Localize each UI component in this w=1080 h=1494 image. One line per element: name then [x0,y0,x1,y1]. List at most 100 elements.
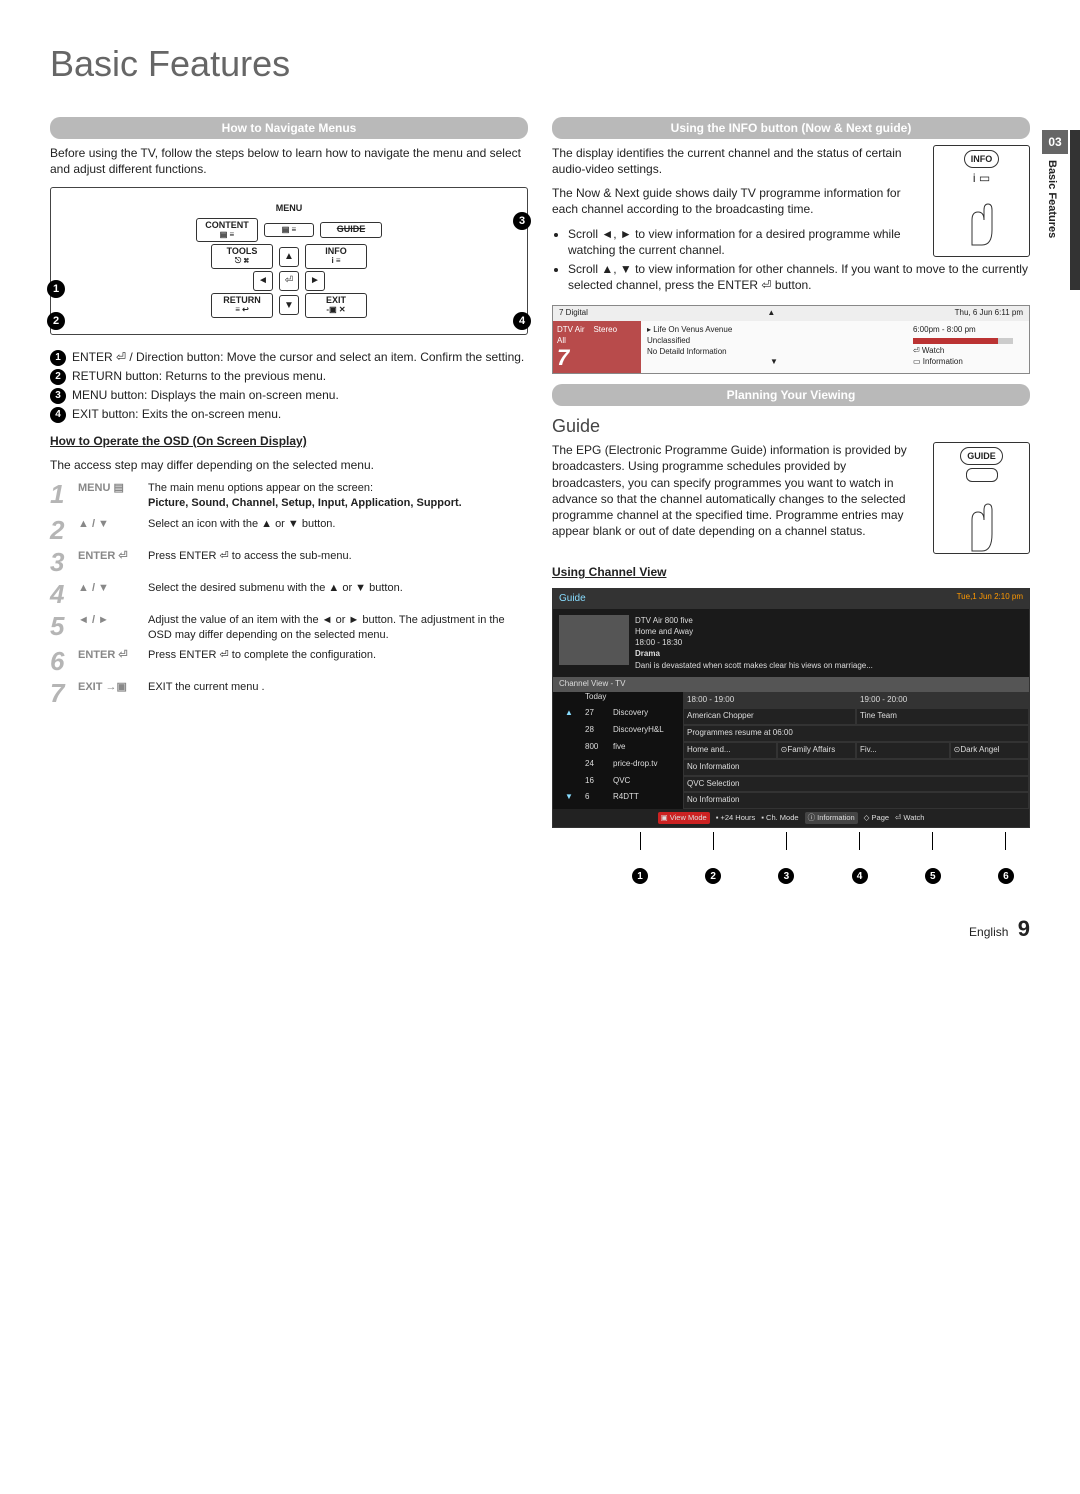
callout-2: 2 [47,312,65,330]
nn-info: ▭ Information [913,357,1023,368]
chapter-label: Basic Features [1042,156,1061,242]
osd-note: The access step may differ depending on … [50,457,528,473]
gs-callout-5: 5 [925,868,941,884]
info-button-label: INFO [964,150,1000,168]
gs-row-progs: No Information [683,759,1029,776]
section-planning: Planning Your Viewing [552,384,1030,406]
gs-callout-3: 3 [778,868,794,884]
right-column: Using the INFO button (Now & Next guide)… [552,109,1030,885]
gs-ch-header [613,692,683,709]
gs-clock: Tue,1 Jun 2:10 pm [957,592,1023,606]
gs-today-col [553,692,585,709]
exit-icon: -▣ ✕ [326,305,345,314]
gs-programme-cell: American Chopper [683,708,856,725]
osd-num-5: 5 [50,613,78,643]
chapter-tab: 03 Basic Features [1042,130,1068,242]
callout-4: 4 [513,312,531,330]
legend-item-4: 4EXIT button: Exits the on-screen menu. [50,406,528,423]
return-label: RETURN [223,295,261,305]
gs-meta-ch: DTV Air 800 five [635,615,873,626]
gs-foot-info: ⓘ Information [805,812,858,824]
osd-desc-4: Select the desired submenu with the ▲ or… [148,581,528,607]
legend-text-3: MENU button: Displays the main on-screen… [72,387,339,403]
callout-1: 1 [47,280,65,298]
guide-label: GUIDE [337,224,366,234]
footer-lang: English [969,925,1008,939]
osd-num-6: 6 [50,648,78,674]
guide-button-diagram: GUIDE [933,442,1030,554]
gs-row-progs: QVC Selection [683,776,1029,793]
gs-callout-1: 1 [632,868,648,884]
page-title: Basic Features [50,40,1030,89]
gs-row: 800fiveHome and...⊙Family AffairsFiv...⊙… [553,742,1029,759]
section-info-button: Using the INFO button (Now & Next guide) [552,117,1030,139]
right-arrow-icon: ► [305,271,325,291]
nn-down-icon: ▼ [647,357,901,368]
gs-programme-cell: No Information [683,759,1029,776]
nn-time: 6:00pm - 8:00 pm [913,325,1023,336]
gs-time-1: 18:00 - 19:00 [683,692,856,709]
osd-key-4: ▲ / ▼ [78,581,148,607]
info-button-diagram: INFO i ▭ [933,145,1030,257]
now-next-panel: 7 Digital ▲ Thu, 6 Jun 6:11 pm DTV Air S… [552,305,1030,373]
nn-all: All [557,336,637,347]
gs-row: 24price-drop.tvNo Information [553,759,1029,776]
guide-screen: Guide Tue,1 Jun 2:10 pm DTV Air 800 five… [552,588,1030,828]
guide-heading: Guide [552,414,1030,438]
osd-heading: How to Operate the OSD (On Screen Displa… [50,433,528,449]
nn-dtv: DTV Air [557,325,585,334]
gs-row-num: 800 [585,742,613,759]
info-bullet-2: Scroll ▲, ▼ to view information for othe… [568,261,1030,293]
gs-row-num: 24 [585,759,613,776]
osd-desc-7: EXIT the current menu . [148,680,528,706]
osd-num-4: 4 [50,581,78,607]
gs-row-channel: price-drop.tv [613,759,683,776]
osd-desc-2: Select an icon with the ▲ or ▼ button. [148,517,528,543]
gs-row-progs: Home and...⊙Family AffairsFiv...⊙Dark An… [683,742,1029,759]
osd-num-7: 7 [50,680,78,706]
info-glyph-icon: i ▭ [934,170,1029,186]
gs-foot-watch: ⏎ Watch [895,813,924,823]
tools-label: TOOLS [227,246,258,256]
gs-programme-cell: QVC Selection [683,776,1029,793]
osd-desc-5: Adjust the value of an item with the ◄ o… [148,613,528,643]
nn-stereo: Stereo [593,325,617,334]
gs-programme-cell: Home and... [683,742,777,759]
osd-key-7: EXIT →▣ [78,680,148,706]
guide-callouts: 1 2 3 4 5 6 [552,832,1030,884]
gs-programme-cell: Programmes resume at 06:00 [683,725,1029,742]
osd-desc-1-bold: Picture, Sound, Channel, Setup, Input, A… [148,497,462,509]
gs-meta-genre: Drama [635,648,873,659]
gs-row: 28DiscoveryH&LProgrammes resume at 06:00 [553,725,1029,742]
nn-watch: ⏎ Watch [913,346,1023,357]
osd-key-5: ◄ / ► [78,613,148,643]
up-arrow-icon: ▲ [279,247,299,267]
nn-channel: 7 Digital [559,308,588,319]
nn-noinfo: No Detaild Information [647,347,901,358]
osd-desc-3: Press ENTER ⏎ to access the sub-menu. [148,549,528,575]
guide-button-label: GUIDE [960,447,1003,465]
gs-row-arrow: ▼ [553,792,585,809]
gs-today: Today [585,692,613,709]
gs-viewbar: Channel View - TV [553,677,1029,692]
gs-row-progs: American ChopperTine Team [683,708,1029,725]
gs-meta-prog: Home and Away [635,626,873,637]
gs-row-channel: five [613,742,683,759]
info-icon: i ≡ [331,256,340,265]
info-label: INFO [325,246,347,256]
gs-callout-4: 4 [852,868,868,884]
gs-meta-time: 18:00 - 18:30 [635,637,873,648]
osd-num-2: 2 [50,517,78,543]
gs-foot-24h: ▪ +24 Hours [716,813,756,823]
gs-programme-cell: ⊙Dark Angel [950,742,1029,759]
gs-rows: ▲27DiscoveryAmerican ChopperTine Team28D… [553,708,1029,809]
gs-callout-2: 2 [705,868,721,884]
gs-row-num: 28 [585,725,613,742]
osd-desc-1: The main menu options appear on the scre… [148,481,528,511]
gs-programme-cell: Tine Team [856,708,1029,725]
down-arrow-icon: ▼ [279,295,299,315]
osd-key-1: MENU ▤ [78,481,148,511]
hand-pressing-guide-icon [952,486,1012,556]
gs-row-num: 16 [585,776,613,793]
gs-row: ▲27DiscoveryAmerican ChopperTine Team [553,708,1029,725]
